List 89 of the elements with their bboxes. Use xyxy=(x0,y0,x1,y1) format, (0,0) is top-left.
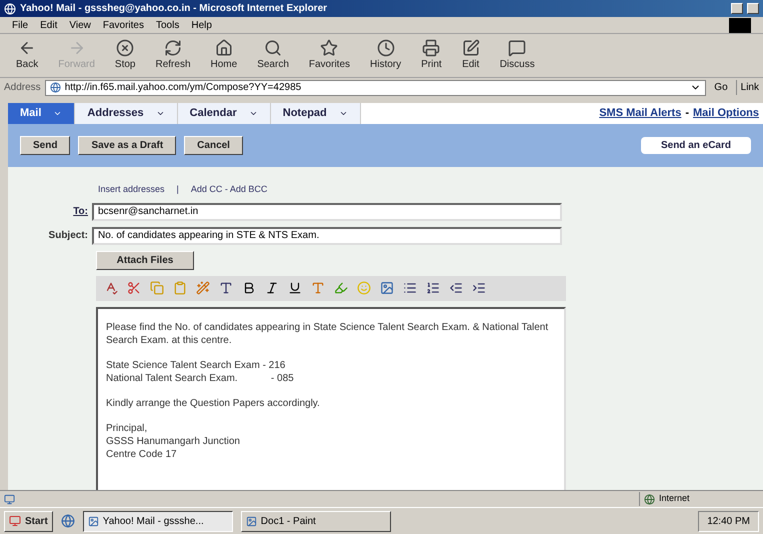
recipient-field[interactable]: bcsenr@sancharnet.in xyxy=(92,202,562,220)
toolbar-button[interactable]: Stop xyxy=(110,39,140,72)
menu-item[interactable]: File xyxy=(12,18,28,32)
toolbar-button[interactable]: Discuss xyxy=(496,39,539,72)
toolbar-button[interactable]: Search xyxy=(253,39,293,72)
printer-icon xyxy=(422,39,440,57)
maximize-button[interactable] xyxy=(747,3,759,14)
message-line: National Talent Search Exam. - 085 xyxy=(106,372,295,384)
clock: 12:40 PM xyxy=(698,510,759,532)
message-line: Centre Code 17 xyxy=(106,448,178,460)
browser-icon xyxy=(4,2,16,14)
toolbar-button[interactable]: History xyxy=(366,39,406,72)
caret-icon xyxy=(248,109,258,118)
toolbar-button[interactable]: Back xyxy=(12,39,42,72)
field-label: Subject: xyxy=(48,229,89,243)
caret-icon xyxy=(156,109,165,118)
page-status-icon xyxy=(4,494,15,504)
toolbar-button[interactable]: Favorites xyxy=(304,39,354,72)
tab[interactable]: Mail xyxy=(8,103,76,124)
toolbar-button[interactable]: Print xyxy=(417,39,446,72)
scissors-icon[interactable] xyxy=(127,281,141,295)
caret-icon xyxy=(338,109,348,118)
caret-icon xyxy=(53,109,62,118)
clock-icon xyxy=(376,39,395,57)
wand-icon[interactable] xyxy=(196,281,210,295)
chat-icon xyxy=(508,39,526,57)
separator: - xyxy=(685,106,689,122)
italic-icon[interactable] xyxy=(265,281,279,295)
bullet-list-icon[interactable] xyxy=(403,281,417,295)
menu-item[interactable]: Help xyxy=(191,18,212,32)
message-line: GSSS Hanumangarh Junction xyxy=(106,434,241,448)
message-line: Please find the No. of candidates appearing in State Science Talent Search Exam. & National Talent Search Exam. at this centre. xyxy=(106,320,550,346)
taskbar-item[interactable]: Yahoo! Mail - gssshe... xyxy=(82,510,233,532)
tab[interactable]: Addresses xyxy=(75,103,178,124)
bold-icon[interactable] xyxy=(242,281,256,295)
star-icon xyxy=(320,39,338,57)
minimize-button[interactable] xyxy=(731,3,743,14)
indent-icon[interactable] xyxy=(472,281,486,295)
subject-field[interactable]: No. of candidates appearing in STE & NTS Exam. xyxy=(92,226,562,244)
address-field[interactable]: http://in.f65.mail.yahoo.com/ym/Compose?YY=42985 xyxy=(44,80,706,96)
globe-icon xyxy=(644,494,655,504)
tab[interactable]: Notepad xyxy=(270,103,361,124)
image-icon[interactable] xyxy=(380,281,394,295)
separator: | xyxy=(176,183,179,196)
action-button[interactable]: Save as a Draft xyxy=(78,136,176,155)
link[interactable]: Insert addresses xyxy=(98,183,165,196)
links-label: Link xyxy=(736,80,759,95)
taskbar-item[interactable]: Doc1 - Paint xyxy=(240,510,391,532)
go-button[interactable]: Go xyxy=(710,80,732,95)
search-icon xyxy=(264,39,282,57)
home-icon xyxy=(214,39,233,57)
menu-item[interactable]: Edit xyxy=(40,18,58,32)
link[interactable]: Mail Options xyxy=(693,105,759,122)
window-title: Yahoo! Mail - gsssheg@yahoo.co.in - Microsoft Internet Explorer xyxy=(20,2,328,16)
link[interactable]: SMS Mail Alerts xyxy=(599,105,682,122)
numbered-list-icon[interactable] xyxy=(426,281,440,295)
refresh-icon xyxy=(164,39,182,57)
page-icon xyxy=(50,82,61,93)
underline-icon[interactable] xyxy=(288,281,302,295)
toolbar-button[interactable]: Refresh xyxy=(152,39,195,72)
message-body[interactable] xyxy=(96,306,566,490)
start-button[interactable]: Start xyxy=(4,510,53,532)
zone-label: Internet xyxy=(659,492,690,506)
outdent-icon[interactable] xyxy=(449,281,463,295)
text-color-icon[interactable] xyxy=(311,281,325,295)
message-line: Kindly arrange the Question Papers accordingly. xyxy=(106,396,321,410)
quick-launch-icon[interactable] xyxy=(60,514,75,528)
message-line: Principal, xyxy=(106,422,148,434)
ecard-button[interactable]: Send an eCard xyxy=(640,137,751,154)
link[interactable]: Add CC - Add BCC xyxy=(190,183,268,196)
stop-icon xyxy=(116,39,134,57)
window-icon xyxy=(88,516,99,526)
action-button[interactable]: Send xyxy=(20,136,70,155)
menu-item[interactable]: View xyxy=(69,18,91,32)
font-icon[interactable] xyxy=(219,281,233,295)
menu-item[interactable]: Favorites xyxy=(102,18,144,32)
window-icon xyxy=(246,516,257,526)
menu-item[interactable]: Tools xyxy=(156,18,180,32)
action-button[interactable]: Cancel xyxy=(184,136,243,155)
tab[interactable]: Calendar xyxy=(178,103,271,124)
toolbar-button[interactable]: Edit xyxy=(458,39,484,72)
spellcheck-icon[interactable] xyxy=(104,281,118,295)
field-label[interactable]: To: xyxy=(24,204,92,219)
edit-icon xyxy=(462,39,480,57)
message-line: State Science Talent Search Exam - 216 xyxy=(106,358,286,372)
toolbar-button[interactable]: Home xyxy=(206,39,242,72)
address-label: Address xyxy=(4,81,41,95)
attach-files-button[interactable]: Attach Files xyxy=(96,250,194,270)
highlighter-icon[interactable] xyxy=(334,281,348,295)
